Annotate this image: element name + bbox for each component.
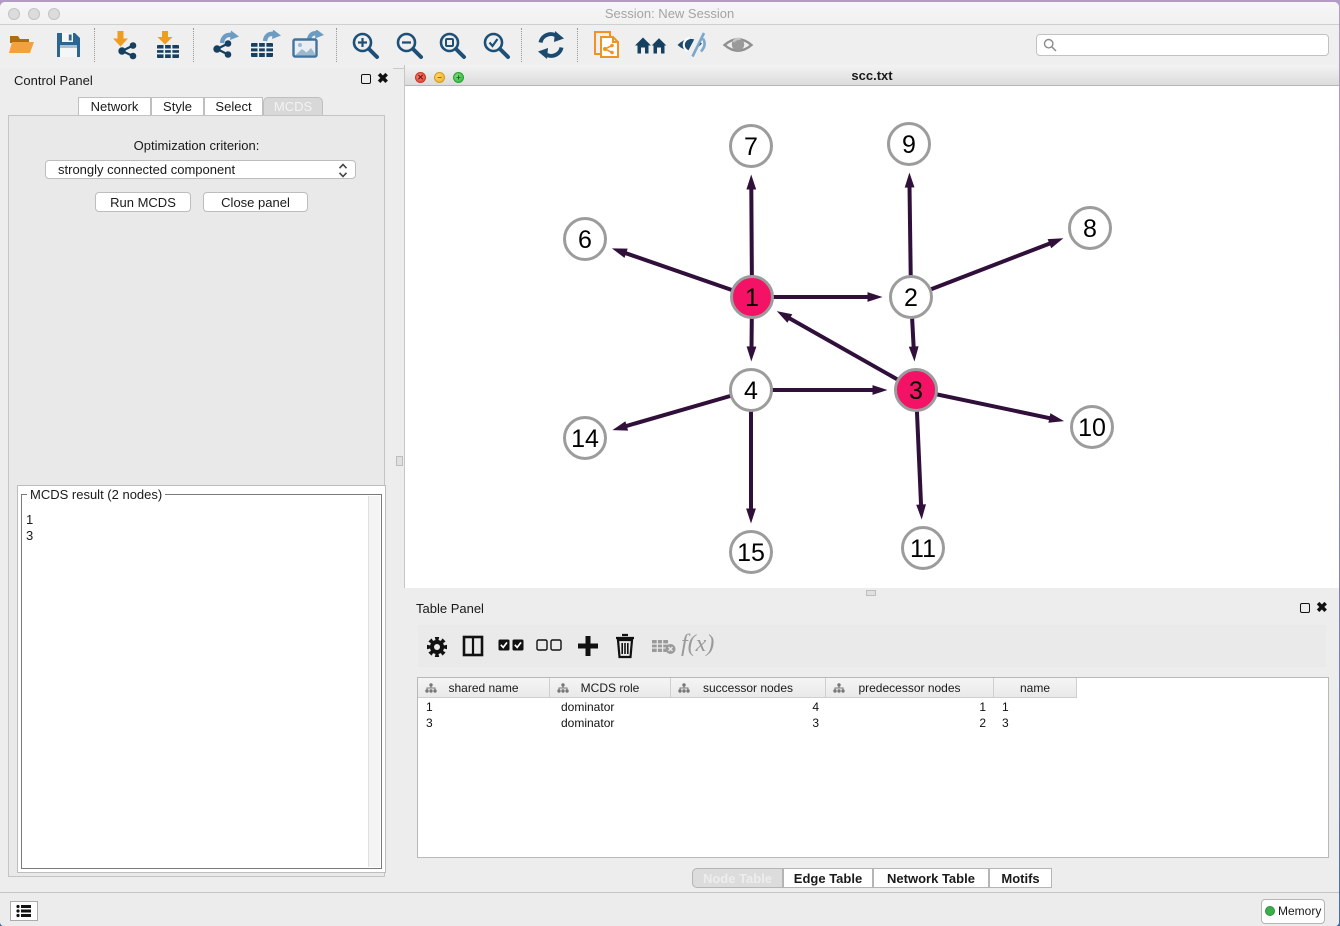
svg-text:7: 7 [744, 133, 758, 161]
svg-text:2: 2 [904, 284, 918, 312]
svg-text:10: 10 [1078, 414, 1106, 442]
svg-text:1: 1 [745, 284, 759, 312]
svg-text:11: 11 [910, 535, 936, 563]
svg-text:8: 8 [1083, 215, 1097, 243]
svg-text:3: 3 [909, 377, 923, 405]
svg-text:4: 4 [744, 377, 758, 405]
svg-text:14: 14 [571, 425, 599, 453]
svg-text:6: 6 [578, 226, 592, 254]
svg-text:9: 9 [902, 131, 916, 159]
svg-text:15: 15 [737, 539, 765, 567]
